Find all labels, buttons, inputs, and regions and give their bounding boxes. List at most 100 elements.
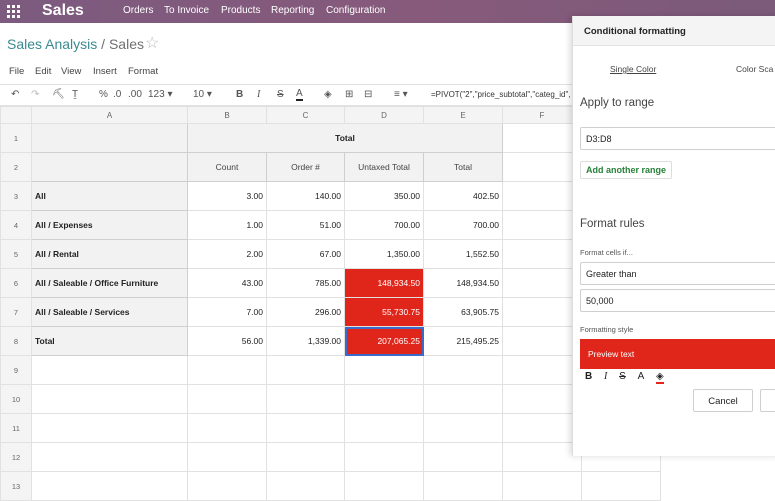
app-name[interactable]: Sales [42,2,84,20]
align-dropdown[interactable]: ≡ ▾ [394,89,408,100]
cell[interactable] [31,355,188,385]
selected-highlighted-cell[interactable]: 207,065.25 [344,326,424,356]
row-label[interactable]: All / Expenses [31,210,188,240]
nav-to-invoice[interactable]: To Invoice [164,5,209,16]
cell[interactable]: 785.00 [266,268,345,298]
cell[interactable] [187,384,267,414]
breadcrumb-parent[interactable]: Sales Analysis [7,36,97,52]
paint-format-icon[interactable]: ⛏ [52,89,65,100]
pivot-total-header[interactable]: Total [187,123,503,153]
breadcrumb-current[interactable]: Sales [109,36,144,52]
cell[interactable] [31,471,188,501]
cell[interactable] [187,355,267,385]
cell[interactable] [344,413,424,443]
row-header[interactable]: 8 [0,326,32,356]
cell[interactable] [344,355,424,385]
formula-bar[interactable]: =PIVOT("2","price_subtotal","categ_id", [431,90,571,99]
cell[interactable] [502,442,582,472]
bold-button[interactable]: B [236,89,243,100]
col-header-e[interactable]: E [423,106,503,124]
fill-color-icon[interactable]: ◈ [324,89,332,100]
add-range-button[interactable]: Add another range [580,161,673,179]
col-header-b[interactable]: B [187,106,267,124]
cell[interactable]: 700.00 [344,210,424,240]
decrease-decimal-button[interactable]: .0 [113,89,121,100]
row-header[interactable]: 9 [0,355,32,385]
cell[interactable] [266,413,345,443]
row-label[interactable]: Total [31,326,188,356]
cell[interactable]: 350.00 [344,181,424,211]
cell[interactable] [423,471,503,501]
cell[interactable] [502,210,582,240]
nav-configuration[interactable]: Configuration [326,5,385,16]
corner-cell[interactable] [0,106,32,124]
menu-view[interactable]: View [61,66,81,77]
measure-header-order[interactable]: Order # [266,152,345,182]
menu-edit[interactable]: Edit [35,66,51,77]
favorite-star-icon[interactable]: ☆ [145,33,159,53]
measure-header-total[interactable]: Total [423,152,503,182]
cell[interactable]: 43.00 [187,268,267,298]
cell[interactable]: 1,552.50 [423,239,503,269]
measure-header-untaxed-total[interactable]: Untaxed Total [344,152,424,182]
cell[interactable] [187,413,267,443]
cell[interactable]: 402.50 [423,181,503,211]
cell[interactable] [502,239,582,269]
cell[interactable]: 56.00 [187,326,267,356]
cell[interactable] [266,442,345,472]
menu-insert[interactable]: Insert [93,66,117,77]
cell[interactable]: 2.00 [187,239,267,269]
cell[interactable]: 215,495.25 [423,326,503,356]
cell[interactable] [187,442,267,472]
row-header[interactable]: 6 [0,268,32,298]
cell[interactable] [502,384,582,414]
borders-icon[interactable]: ⊞ [345,89,353,100]
row-header[interactable]: 7 [0,297,32,327]
cell[interactable]: 1,339.00 [266,326,345,356]
style-text-color-button[interactable]: A [638,371,645,382]
cell[interactable]: 51.00 [266,210,345,240]
row-label[interactable]: All / Saleable / Services [31,297,188,327]
strikethrough-button[interactable]: S [277,89,284,100]
cell[interactable] [187,471,267,501]
condition-select[interactable]: Greater than [580,262,775,285]
cell[interactable] [502,123,582,153]
cell[interactable] [31,413,188,443]
cell[interactable]: 700.00 [423,210,503,240]
row-header[interactable]: 2 [0,152,32,182]
row-label[interactable]: All [31,181,188,211]
number-format-dropdown[interactable]: 123 ▾ [148,89,173,100]
range-input[interactable]: D3:D8 [580,127,775,150]
row-header[interactable]: 12 [0,442,32,472]
apps-menu-icon[interactable] [7,5,20,18]
cell[interactable] [344,384,424,414]
cell[interactable] [502,355,582,385]
cell[interactable] [423,442,503,472]
cell[interactable] [502,297,582,327]
font-size-dropdown[interactable]: 10 ▾ [193,89,212,100]
tab-single-color[interactable]: Single Color [610,64,656,74]
cell[interactable] [502,268,582,298]
cell[interactable] [266,355,345,385]
row-label[interactable]: All / Rental [31,239,188,269]
clear-format-icon[interactable]: Ṯ [72,89,78,100]
cell[interactable]: 63,905.75 [423,297,503,327]
menu-format[interactable]: Format [128,66,158,77]
cell-a1[interactable] [31,123,188,153]
row-header[interactable]: 4 [0,210,32,240]
tab-color-scale[interactable]: Color Sca [736,64,773,74]
percent-button[interactable]: % [99,89,108,100]
cell[interactable]: 148,934.50 [423,268,503,298]
menu-file[interactable]: File [9,66,24,77]
col-header-c[interactable]: C [266,106,345,124]
spreadsheet-grid[interactable]: A B C D E F 1 Total 2 Count Order # Unta… [0,106,661,501]
cell[interactable] [502,471,582,501]
cancel-button[interactable]: Cancel [693,389,753,412]
cell[interactable]: 1,350.00 [344,239,424,269]
cell[interactable]: 67.00 [266,239,345,269]
cell[interactable] [502,152,582,182]
cell[interactable] [581,471,661,501]
highlighted-cell[interactable]: 55,730.75 [344,297,424,327]
row-header[interactable]: 11 [0,413,32,443]
cell[interactable] [423,413,503,443]
